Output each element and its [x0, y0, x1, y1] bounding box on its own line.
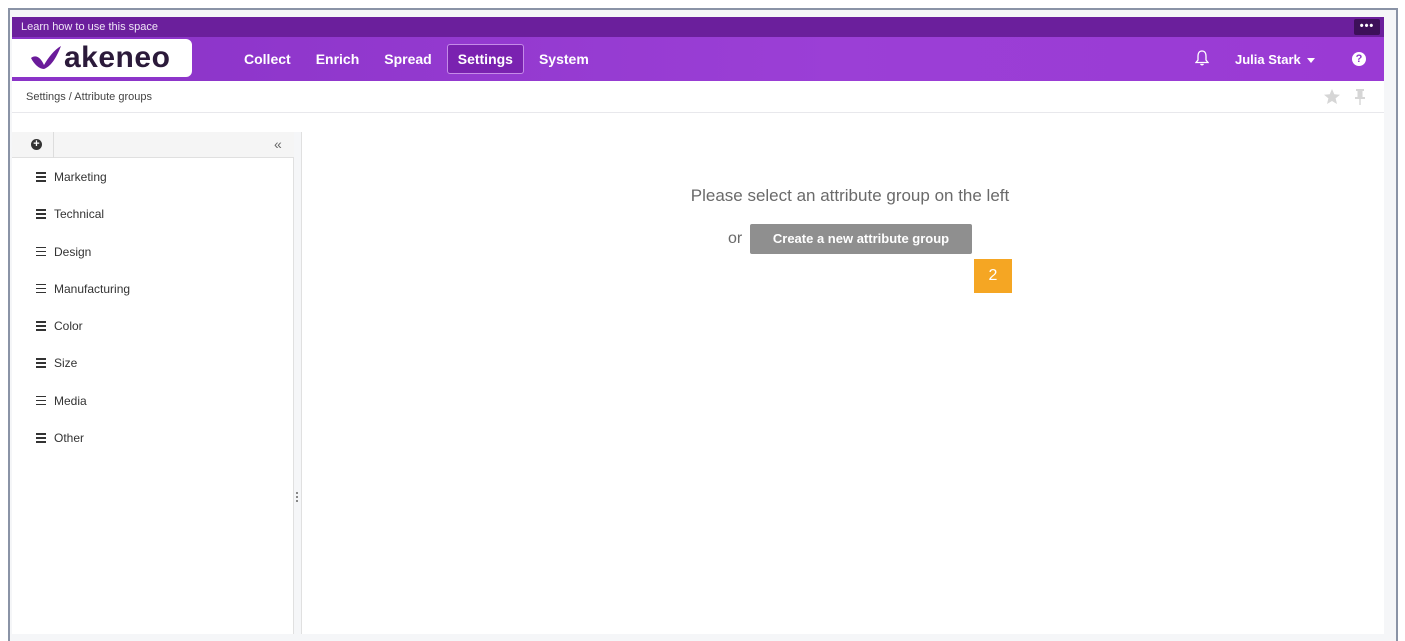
attribute-group-item-color[interactable]: Color [12, 307, 294, 344]
grip-dots-icon [296, 492, 298, 504]
plus-circle-icon: + [31, 139, 42, 150]
drag-handle-icon[interactable] [36, 172, 46, 184]
star-icon[interactable] [1323, 88, 1341, 105]
drag-handle-icon[interactable] [36, 246, 46, 259]
attribute-group-label: Manufacturing [54, 281, 131, 296]
drag-handle-icon[interactable] [36, 433, 46, 445]
akeneo-logo-icon [31, 46, 61, 69]
attribute-group-label: Design [54, 244, 92, 259]
nav-spread[interactable]: Spread [374, 45, 441, 73]
attribute-group-item-other[interactable]: Other [12, 419, 294, 456]
attribute-group-label: Other [54, 431, 85, 446]
attribute-group-list: Marketing Technical Design Manufacturing… [12, 158, 294, 456]
sidebar-toolbar: + « [12, 132, 294, 158]
drag-handle-icon[interactable] [36, 283, 46, 296]
learn-bar-more-button[interactable]: ••• [1354, 19, 1380, 35]
notification-bell-icon[interactable] [1195, 50, 1209, 66]
main-content: Please select an attribute group on the … [302, 132, 1384, 634]
logo-text: akeneo [64, 41, 171, 74]
user-menu[interactable]: Julia Stark [1235, 52, 1315, 67]
attribute-group-item-media[interactable]: Media [12, 382, 294, 419]
or-label: or [728, 230, 743, 247]
sidebar-resize-handle[interactable] [294, 132, 302, 634]
attribute-group-label: Size [54, 356, 78, 371]
top-header: akeneo Collect Enrich Spread Settings Sy… [12, 37, 1384, 81]
step-number-badge: 2 [974, 259, 1012, 293]
user-name: Julia Stark [1235, 52, 1301, 67]
main-nav: Collect Enrich Spread Settings System [234, 37, 604, 81]
nav-collect[interactable]: Collect [234, 45, 301, 73]
drag-handle-icon[interactable] [36, 209, 46, 221]
attribute-group-item-technical[interactable]: Technical [12, 195, 294, 232]
attribute-group-label: Marketing [54, 170, 107, 184]
learn-bar: Learn how to use this space ••• [12, 17, 1384, 37]
add-attribute-group-button[interactable]: + [12, 132, 54, 158]
nav-settings[interactable]: Settings [446, 44, 524, 74]
attribute-group-item-marketing[interactable]: Marketing [12, 158, 294, 195]
drag-handle-icon[interactable] [36, 358, 46, 370]
attribute-group-item-size[interactable]: Size [12, 344, 294, 381]
create-attribute-group-button[interactable]: Create a new attribute group [750, 224, 972, 254]
chevron-down-icon [1306, 58, 1315, 64]
attribute-group-sidebar: + « Marketing Technical Design Manufactu… [12, 132, 294, 634]
nav-enrich[interactable]: Enrich [306, 45, 370, 73]
empty-state-message: Please select an attribute group on the … [690, 186, 1010, 205]
help-icon[interactable]: ? [1352, 52, 1366, 66]
breadcrumb-bar: Settings / Attribute groups [12, 81, 1384, 113]
attribute-group-item-design[interactable]: Design [12, 233, 294, 270]
drag-handle-icon[interactable] [36, 395, 46, 408]
logo[interactable]: akeneo [12, 39, 192, 77]
learn-bar-text[interactable]: Learn how to use this space [21, 21, 158, 33]
collapse-sidebar-icon[interactable]: « [274, 136, 282, 152]
nav-system[interactable]: System [529, 45, 599, 73]
pin-icon[interactable] [1354, 88, 1366, 106]
breadcrumb: Settings / Attribute groups [26, 91, 152, 103]
attribute-group-label: Technical [54, 207, 105, 222]
attribute-group-label: Media [54, 393, 87, 408]
attribute-group-item-manufacturing[interactable]: Manufacturing [12, 270, 294, 307]
drag-handle-icon[interactable] [36, 321, 46, 333]
attribute-group-label: Color [54, 319, 83, 334]
